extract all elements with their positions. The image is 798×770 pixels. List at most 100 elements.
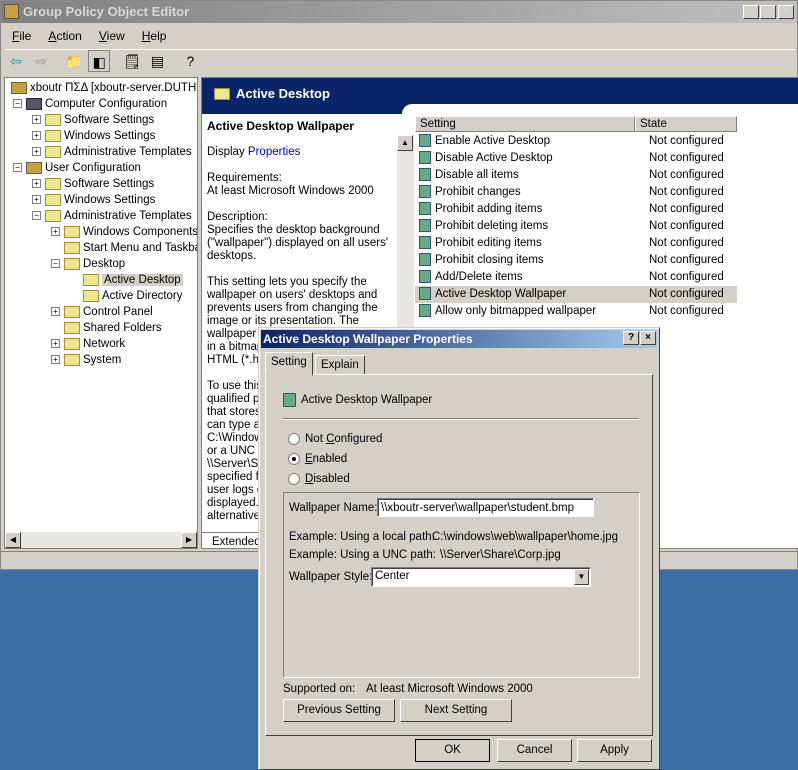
- tree-item[interactable]: + Software Settings: [32, 176, 154, 192]
- tree-item[interactable]: + Administrative Templates: [32, 144, 192, 160]
- menu-view[interactable]: View: [92, 27, 132, 45]
- policy-name: Active Desktop Wallpaper: [301, 394, 433, 406]
- properties-dialog: Active Desktop Wallpaper Properties ? × …: [258, 327, 660, 770]
- setting-state: Not configured: [649, 288, 724, 300]
- folder-icon: [45, 113, 61, 126]
- setting-state: Not configured: [649, 271, 724, 283]
- collapse-icon[interactable]: −: [13, 99, 22, 109]
- tree-item[interactable]: − Administrative Templates: [32, 208, 192, 224]
- expand-icon[interactable]: +: [32, 147, 41, 157]
- tree-item[interactable]: − Computer Configuration: [13, 96, 167, 112]
- tree-item[interactable]: + Network: [51, 336, 125, 352]
- collapse-icon[interactable]: −: [13, 163, 22, 173]
- apply-button[interactable]: Apply: [577, 739, 652, 762]
- folder-icon: [45, 177, 61, 190]
- setting-name: Prohibit closing items: [435, 254, 544, 266]
- tree-item[interactable]: xboutr ΠΣΔ [xboutr-server.DUTH.l: [11, 80, 197, 96]
- close-button[interactable]: ×: [778, 5, 794, 19]
- description-title: Active Desktop Wallpaper: [207, 119, 354, 133]
- collapse-icon[interactable]: −: [32, 211, 41, 221]
- tree-horizontal-scrollbar[interactable]: ◀ ▶: [5, 532, 197, 548]
- setting-row[interactable]: Prohibit deleting items Not configured: [415, 218, 737, 235]
- setting-row[interactable]: Prohibit editing items Not configured: [415, 235, 737, 252]
- properties-link[interactable]: Properties: [248, 146, 300, 158]
- example-unc-path: \\Server\Share\Corp.jpg: [440, 549, 561, 561]
- policy-setting-icon: [419, 270, 431, 284]
- tree-item[interactable]: + Control Panel: [51, 304, 153, 320]
- dialog-title-bar: Active Desktop Wallpaper Properties ? ×: [261, 330, 657, 348]
- tree-item[interactable]: + Software Settings: [32, 112, 154, 128]
- tree-item-label: Control Panel: [83, 306, 153, 318]
- policy-setting-icon: [419, 304, 431, 318]
- wallpaper-name-label: Wallpaper Name:: [289, 502, 378, 514]
- tree-item[interactable]: + Windows Settings: [32, 192, 155, 208]
- previous-setting-button[interactable]: Previous Setting: [283, 699, 395, 722]
- back-icon[interactable]: ⇦: [5, 50, 27, 72]
- tab-explain[interactable]: Explain: [315, 355, 365, 375]
- up-folder-icon[interactable]: 📁: [63, 50, 85, 72]
- column-header-setting[interactable]: Setting: [415, 116, 635, 132]
- tree-item[interactable]: Shared Folders: [51, 320, 162, 336]
- radio-disabled[interactable]: Disabled: [288, 473, 350, 485]
- tree-item[interactable]: + Windows Components: [51, 224, 197, 240]
- show-hide-tree-icon[interactable]: ◧: [88, 50, 111, 72]
- radio-not-configured[interactable]: Not Configured: [288, 433, 382, 445]
- expand-icon[interactable]: +: [32, 115, 41, 125]
- properties-icon[interactable]: 🗒: [121, 50, 143, 72]
- minimize-button[interactable]: _: [743, 5, 759, 19]
- menu-help[interactable]: Help: [135, 27, 174, 45]
- setting-row[interactable]: Add/Delete items Not configured: [415, 269, 737, 286]
- radio-button[interactable]: [288, 433, 300, 445]
- dialog-help-button[interactable]: ?: [623, 331, 639, 345]
- tree-item-label: User Configuration: [45, 162, 141, 174]
- radio-button[interactable]: [288, 453, 300, 465]
- setting-state: Not configured: [649, 220, 724, 232]
- collapse-icon[interactable]: −: [51, 259, 60, 269]
- export-list-icon[interactable]: ▤: [146, 50, 168, 72]
- menu-action[interactable]: Action: [41, 27, 88, 45]
- menu-file[interactable]: File: [5, 27, 38, 45]
- help-icon[interactable]: ?: [179, 50, 201, 72]
- ok-button[interactable]: OK: [415, 739, 490, 762]
- tree-item[interactable]: Active Directory: [70, 288, 183, 304]
- expand-icon[interactable]: +: [32, 131, 41, 141]
- setting-row[interactable]: Active Desktop Wallpaper Not configured: [415, 286, 737, 303]
- wallpaper-style-select[interactable]: Center ▼: [371, 567, 591, 587]
- forward-icon[interactable]: ⇨: [30, 50, 52, 72]
- setting-row[interactable]: Disable all items Not configured: [415, 167, 737, 184]
- expand-icon[interactable]: +: [51, 227, 60, 237]
- cancel-button[interactable]: Cancel: [497, 739, 572, 762]
- setting-row[interactable]: Prohibit adding items Not configured: [415, 201, 737, 218]
- expand-icon[interactable]: +: [32, 195, 41, 205]
- tree-item[interactable]: Active Desktop: [70, 272, 183, 288]
- tab-setting[interactable]: Setting: [265, 352, 313, 376]
- expand-icon[interactable]: +: [51, 355, 60, 365]
- expand-icon[interactable]: +: [51, 307, 60, 317]
- tree-item[interactable]: − User Configuration: [13, 160, 141, 176]
- requirements-label: Requirements:: [207, 172, 282, 184]
- radio-enabled[interactable]: Enabled: [288, 453, 347, 465]
- tree-item[interactable]: Start Menu and Taskba: [51, 240, 197, 256]
- expand-icon[interactable]: +: [51, 339, 60, 349]
- tree-item[interactable]: + Windows Settings: [32, 128, 155, 144]
- wallpaper-name-input[interactable]: [377, 498, 594, 517]
- scroll-right-button[interactable]: ▶: [181, 532, 197, 548]
- column-header-state[interactable]: State: [635, 116, 737, 132]
- next-setting-button[interactable]: Next Setting: [400, 699, 512, 722]
- maximize-button[interactable]: □: [760, 5, 776, 19]
- dialog-close-button[interactable]: ×: [640, 331, 656, 345]
- chevron-down-icon[interactable]: ▼: [574, 569, 589, 585]
- setting-row[interactable]: Disable Active Desktop Not configured: [415, 150, 737, 167]
- setting-row[interactable]: Enable Active Desktop Not configured: [415, 133, 737, 150]
- setting-row[interactable]: Allow only bitmapped wallpaper Not config…: [415, 303, 737, 320]
- tree-item-label: Active Desktop: [102, 274, 183, 286]
- tree-item[interactable]: + System: [51, 352, 121, 368]
- setting-row[interactable]: Prohibit changes Not configured: [415, 184, 737, 201]
- scroll-up-button[interactable]: ▲: [397, 135, 413, 151]
- scroll-left-button[interactable]: ◀: [5, 532, 21, 548]
- tree-item[interactable]: − Desktop: [51, 256, 125, 272]
- menu-label: View: [98, 29, 125, 43]
- setting-row[interactable]: Prohibit closing items Not configured: [415, 252, 737, 269]
- expand-icon[interactable]: +: [32, 179, 41, 189]
- radio-button[interactable]: [288, 473, 300, 485]
